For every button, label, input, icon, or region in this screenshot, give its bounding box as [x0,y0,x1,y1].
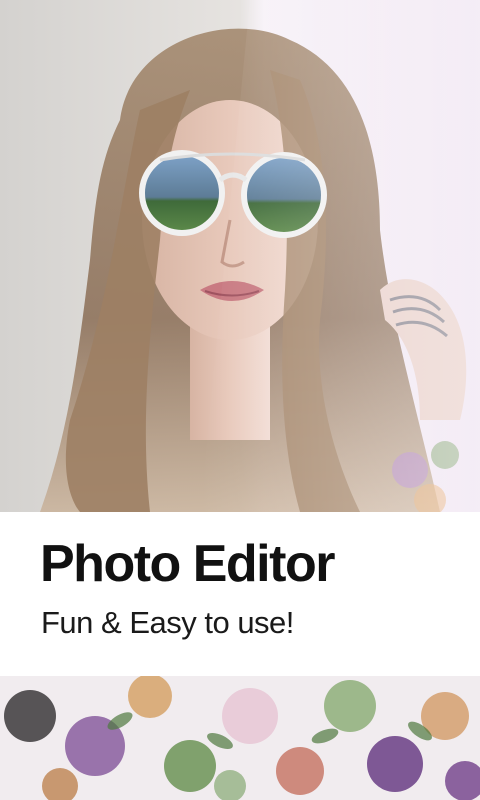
app-subtitle: Fun & Easy to use! [41,605,294,640]
floral-strip [0,676,480,800]
promo-screen: Photo Editor Fun & Easy to use! [0,0,480,800]
hero-photo [0,0,480,512]
title-block: Photo Editor Fun & Easy to use! [0,512,480,676]
app-title: Photo Editor [40,535,335,593]
